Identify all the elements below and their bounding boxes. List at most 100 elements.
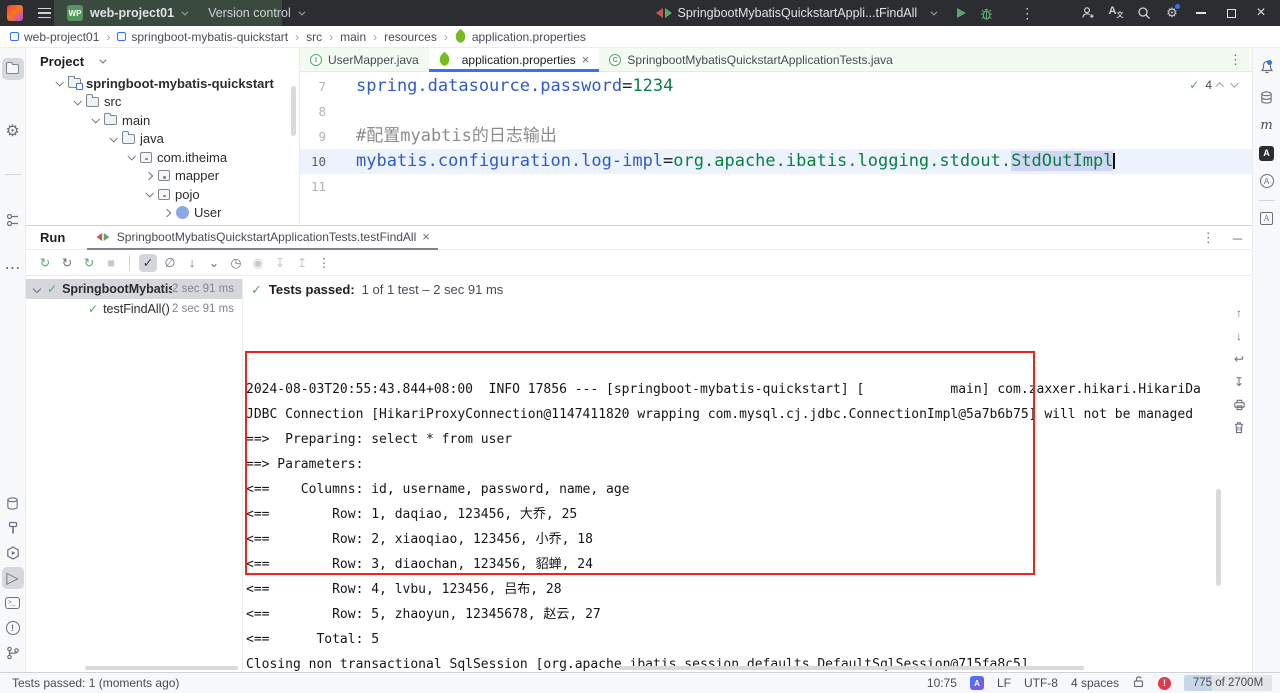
test-name[interactable]: testFindAll()	[103, 302, 170, 316]
scroll-up-icon[interactable]: ↑	[1231, 305, 1247, 320]
console-output[interactable]: 2024-08-03T20:55:43.844+08:00 INFO 17856…	[243, 302, 1252, 672]
tree-chevron-icon[interactable]	[55, 78, 64, 87]
line-separator[interactable]: LF	[997, 676, 1011, 690]
test-tree-row[interactable]: ✓ testFindAll() 2 sec 91 ms	[26, 299, 242, 319]
problems-tool-icon[interactable]: !	[2, 617, 24, 639]
tree-item[interactable]: com.itheima	[26, 148, 299, 167]
run-configuration-widget[interactable]: SpringbootMybatisQuickstartAppli...tFind…	[656, 0, 1034, 26]
debug-button[interactable]	[972, 0, 1000, 26]
breadcrumb-item[interactable]: springboot-mybatis-quickstart	[117, 30, 306, 44]
hide-panel-icon[interactable]: ─	[1233, 231, 1242, 246]
more-tool-windows-icon[interactable]: ⋯	[2, 257, 24, 279]
tree-item[interactable]: mapper	[26, 167, 299, 186]
main-menu-icon[interactable]	[38, 7, 51, 19]
terminal-tool-icon[interactable]: >_	[2, 592, 24, 614]
editor-line[interactable]: 9 #配置myabtis的日志输出	[300, 124, 1252, 149]
breadcrumb-label[interactable]: springboot-mybatis-quickstart	[131, 30, 288, 44]
caret-position[interactable]: 10:75	[927, 676, 957, 690]
close-icon[interactable]: ×	[582, 53, 590, 66]
tree-item[interactable]: main	[26, 111, 299, 130]
test-tree-row[interactable]: ✓ SpringbootMybatisQ 2 sec 91 ms	[26, 279, 242, 299]
editor-line[interactable]: 10 mybatis.configuration.log-impl=org.ap…	[300, 149, 1252, 174]
translation-plugin-icon[interactable]: A	[1256, 142, 1278, 164]
minimize-button[interactable]	[1186, 0, 1216, 26]
tree-item[interactable]: springboot-mybatis-quickstart	[26, 74, 299, 93]
chevron-down-icon[interactable]	[99, 56, 107, 64]
translate-icon[interactable]: A文	[1102, 0, 1130, 26]
memory-indicator[interactable]: 775 of 2700M	[1184, 675, 1272, 691]
rerun-failed-icon[interactable]: ↻	[58, 254, 76, 272]
test-history-icon[interactable]: ◉	[249, 254, 267, 272]
services-tool-icon[interactable]	[2, 542, 24, 564]
error-indicator-icon[interactable]: !	[1158, 676, 1171, 690]
tree-item[interactable]: User	[26, 204, 299, 223]
tree-chevron-icon[interactable]	[145, 189, 154, 198]
run-button[interactable]	[957, 8, 967, 18]
editor-tab[interactable]: application.properties ×	[428, 48, 600, 72]
breadcrumb-label[interactable]: resources	[384, 30, 437, 44]
tree-chevron-icon[interactable]	[73, 96, 82, 106]
console-vscrollbar-thumb[interactable]	[1216, 489, 1221, 586]
breadcrumb-item[interactable]: web-project01	[10, 30, 117, 44]
sort-by-duration-icon[interactable]: ◷	[227, 254, 245, 272]
breadcrumb-label[interactable]: application.properties	[472, 30, 586, 44]
project-scrollbar-thumb[interactable]	[291, 86, 296, 136]
run-panel-more-icon[interactable]: ⋮	[1202, 230, 1215, 246]
tree-item-label[interactable]: java	[140, 131, 164, 146]
chevron-down-icon[interactable]	[930, 8, 938, 16]
chevron-down-icon[interactable]	[181, 8, 189, 16]
toolbar-divider[interactable]	[129, 254, 130, 271]
breadcrumb-label[interactable]: src	[306, 30, 322, 44]
project-panel-header[interactable]: Project	[26, 48, 299, 74]
export-tests-icon[interactable]: ↥	[293, 254, 311, 272]
indent-style[interactable]: 4 spaces	[1071, 676, 1119, 690]
run-tab-label[interactable]: SpringbootMybatisQuickstartApplicationTe…	[117, 230, 416, 244]
stop-icon[interactable]: ■	[102, 254, 120, 272]
build-hammer-icon[interactable]	[2, 517, 24, 539]
editor-tab[interactable]: UserMapper.java	[300, 48, 429, 71]
tree-item-label[interactable]: main	[122, 113, 150, 128]
tree-item[interactable]: java	[26, 130, 299, 149]
soft-wrap-icon[interactable]: ↩	[1231, 351, 1247, 366]
tree-hscrollbar-thumb[interactable]	[85, 666, 238, 670]
close-button[interactable]: ×	[1246, 0, 1276, 26]
tree-item-label[interactable]: springboot-mybatis-quickstart	[86, 76, 274, 91]
show-ignored-icon[interactable]: ∅	[161, 254, 179, 272]
tab-label[interactable]: application.properties	[462, 53, 576, 67]
editor-line[interactable]: 8	[300, 99, 1252, 124]
editor-tab[interactable]: SpringbootMybatisQuickstartApplicationTe…	[599, 48, 902, 71]
previous-problem-icon[interactable]	[1215, 82, 1224, 91]
run-tab[interactable]: SpringbootMybatisQuickstartApplicationTe…	[87, 226, 438, 250]
search-icon[interactable]	[1130, 0, 1158, 26]
structure-tool-icon[interactable]	[2, 209, 24, 231]
tree-item-label[interactable]: mapper	[175, 168, 219, 183]
run-tool-icon[interactable]: ▷	[1, 567, 24, 589]
documentation-tool-icon[interactable]: A	[1256, 207, 1278, 229]
run-tests-icon[interactable]: ↻	[80, 254, 98, 272]
vcs-widget[interactable]: Version control	[208, 6, 291, 20]
tree-chevron-icon[interactable]	[32, 284, 42, 294]
file-encoding[interactable]: UTF-8	[1024, 676, 1058, 690]
more-icon[interactable]: ⋮	[315, 254, 333, 272]
breadcrumb-item[interactable]: main	[340, 30, 384, 44]
run-panel-title[interactable]: Run	[40, 230, 65, 245]
test-console[interactable]: ✓ Tests passed: 1 of 1 test – 2 sec 91 m…	[243, 277, 1252, 672]
more-actions-icon[interactable]: ⋮	[1020, 5, 1034, 22]
tree-item-label[interactable]: pojo	[175, 187, 200, 202]
maven-tool-icon[interactable]: m	[1256, 114, 1278, 136]
breadcrumb-item[interactable]: src	[306, 30, 340, 44]
sort-alphabetically-icon[interactable]: ↓	[183, 254, 201, 272]
status-message[interactable]: Tests passed: 1 (moments ago)	[12, 676, 179, 690]
editor-more-icon[interactable]: ⋮	[1229, 48, 1242, 72]
editor-line[interactable]: 11	[300, 174, 1252, 199]
breadcrumb-item[interactable]: application.properties	[452, 28, 586, 45]
scroll-to-end-icon[interactable]: ↧	[1231, 374, 1247, 389]
notifications-bell-icon[interactable]	[1256, 56, 1278, 78]
clear-console-icon[interactable]	[1231, 420, 1247, 435]
tree-chevron-icon[interactable]	[91, 115, 100, 124]
settings-gear-icon[interactable]: ⚙	[1158, 0, 1186, 26]
translate-status-icon[interactable]: A	[969, 676, 984, 690]
breadcrumb-item[interactable]: resources	[384, 30, 455, 44]
show-passed-icon[interactable]: ✓	[139, 253, 157, 272]
database-changes-icon[interactable]	[2, 492, 24, 514]
